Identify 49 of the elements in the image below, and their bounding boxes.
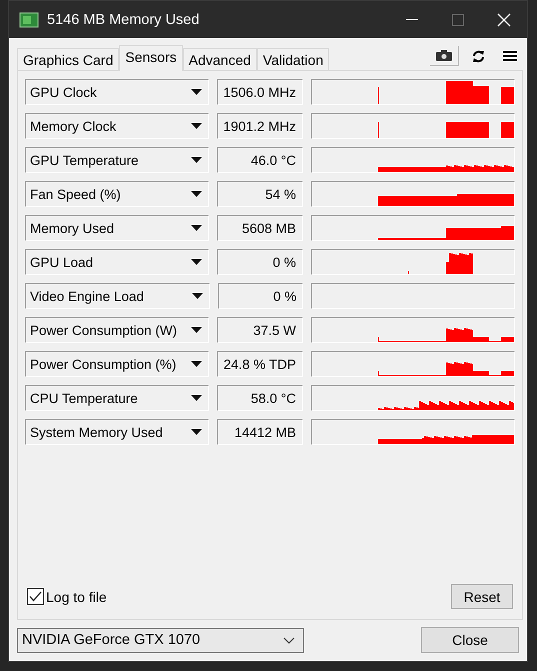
sensor-name-dropdown[interactable]: CPU Temperature bbox=[25, 385, 210, 411]
sensor-name-dropdown[interactable]: Power Consumption (%) bbox=[25, 351, 210, 377]
sensor-name-dropdown[interactable]: Memory Clock bbox=[25, 113, 210, 139]
caret-icon bbox=[191, 191, 202, 197]
checkbox-label: Log to file bbox=[46, 588, 107, 604]
reset-button[interactable]: Reset bbox=[451, 584, 513, 609]
sensor-value: 37.5 W bbox=[217, 317, 303, 343]
tab[interactable]: Validation bbox=[256, 48, 330, 70]
sensor-name-dropdown[interactable]: GPU Clock bbox=[25, 79, 210, 105]
sensor-name-dropdown[interactable]: Video Engine Load bbox=[25, 283, 210, 309]
caret-icon bbox=[191, 361, 202, 367]
sensor-value: 0 % bbox=[217, 249, 303, 275]
sensor-value: 5608 MB bbox=[217, 215, 303, 241]
sensor-name-dropdown[interactable]: GPU Load bbox=[25, 249, 210, 275]
caret-icon bbox=[191, 327, 202, 333]
sensor-name-dropdown[interactable]: Power Consumption (W) bbox=[25, 317, 210, 343]
minimize-icon[interactable] bbox=[406, 18, 418, 20]
sensor-value: 0 % bbox=[218, 283, 304, 309]
sensor-value: 1506.0 MHz bbox=[217, 79, 303, 105]
gpu-select[interactable]: NVIDIA GeForce GTX 1070 bbox=[17, 628, 304, 652]
graphics-card-icon bbox=[19, 12, 39, 28]
window-title: 5146 MB Memory Used bbox=[47, 12, 200, 28]
caret-icon bbox=[192, 293, 203, 299]
close-button[interactable]: Close bbox=[421, 627, 519, 653]
caret-icon bbox=[191, 225, 202, 231]
tab[interactable]: Sensors bbox=[119, 45, 183, 71]
log-checkbox[interactable] bbox=[27, 588, 44, 605]
sensor-name-dropdown[interactable]: System Memory Used bbox=[25, 419, 210, 445]
sensor-name-dropdown[interactable]: Memory Used bbox=[25, 215, 210, 241]
camera-icon[interactable] bbox=[430, 46, 459, 66]
caret-icon bbox=[191, 123, 202, 129]
caret-icon bbox=[191, 395, 202, 401]
sensor-name-dropdown[interactable]: GPU Temperature bbox=[25, 147, 210, 173]
tab[interactable]: Advanced bbox=[182, 48, 257, 70]
sensor-name-dropdown[interactable]: Fan Speed (%) bbox=[25, 181, 210, 207]
sensor-value: 54 % bbox=[217, 181, 303, 207]
caret-icon bbox=[191, 157, 202, 163]
sensor-value: 24.8 % TDP bbox=[217, 351, 303, 377]
caret-icon bbox=[191, 259, 202, 265]
sensor-value: 46.0 °C bbox=[217, 147, 303, 173]
maximize-icon[interactable] bbox=[452, 14, 464, 26]
sensor-value: 1901.2 MHz bbox=[217, 113, 303, 139]
chevron-down-icon bbox=[283, 636, 295, 644]
sensor-value: 14412 MB bbox=[217, 419, 303, 445]
caret-icon bbox=[191, 429, 202, 435]
caret-icon bbox=[191, 89, 202, 95]
close-icon[interactable] bbox=[497, 12, 511, 26]
tab[interactable]: Graphics Card bbox=[17, 48, 120, 70]
sensor-value: 58.0 °C bbox=[217, 385, 303, 411]
